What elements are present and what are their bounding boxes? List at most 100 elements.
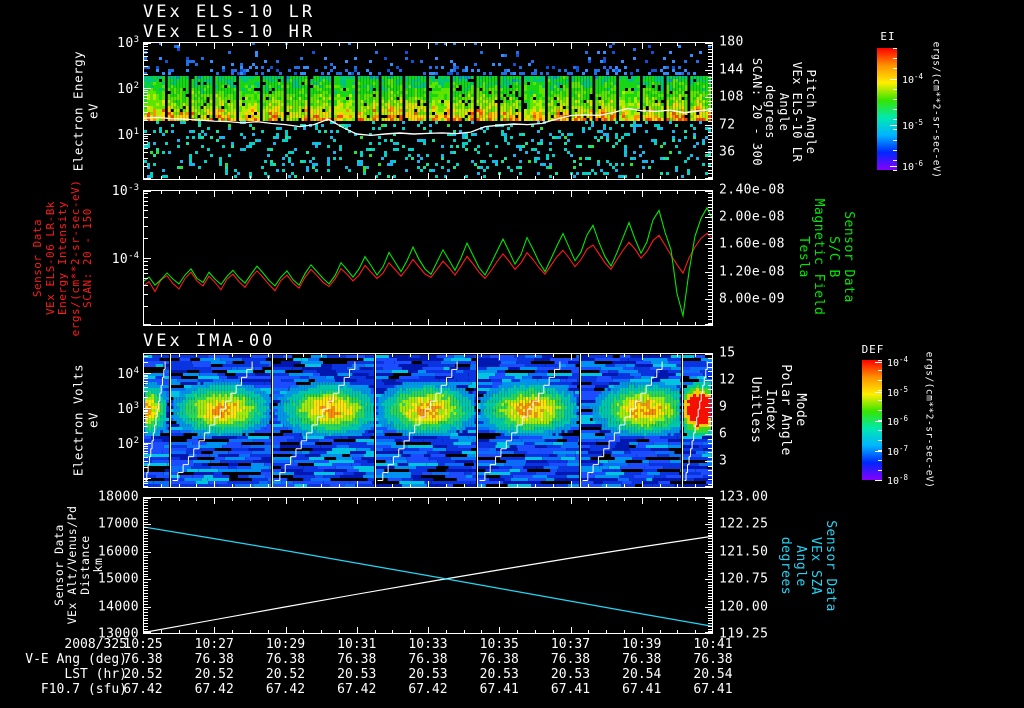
colorbar-ei-majortick	[890, 125, 897, 126]
time-tick-label-8: 10:41	[693, 637, 733, 652]
panel2-right-tick-2: 1.60e-08	[719, 236, 785, 252]
panel4-left-axis-label: Sensor Data VEx Alt/Venus/Pd Distance km	[52, 505, 105, 625]
stat-value-1-1: 20.52	[194, 667, 234, 682]
time-tick-label-0: 10:25	[123, 637, 163, 652]
panel2-right-tick-1: 2.00e-08	[719, 209, 785, 225]
colorbar-ei-minortick	[893, 160, 897, 161]
colorbar-ei-units: ergs/(cm**2-sr-sec-eV)	[930, 41, 942, 179]
colorbar-def-majortick	[875, 362, 882, 363]
stat-value-1-3: 20.53	[337, 667, 377, 682]
colorbar-def-minortick	[878, 470, 882, 471]
panel3-left-tick-1: 103	[117, 400, 139, 418]
colorbar-def-majortick	[875, 421, 882, 422]
stat-value-2-0: 67.42	[123, 682, 163, 697]
colorbar-ei-minortick	[893, 109, 897, 110]
vex-quicklook-plot: VEx ELS-10 LR VEx ELS-10 HR VEx IMA-00 E…	[0, 0, 1024, 708]
colorbar-def-minortick	[878, 360, 882, 361]
colorbar-def-minortick	[878, 390, 882, 391]
colorbar-ei-majortick	[890, 79, 897, 80]
colorbar-ei-minortick	[893, 150, 897, 151]
time-tick-label-6: 10:37	[550, 637, 591, 652]
panel1-right-tick-2: 108	[719, 89, 744, 105]
time-tick-label-5: 10:35	[479, 637, 519, 652]
panel3-title: VEx IMA-00	[143, 331, 276, 351]
stat-row-label-1: LST (hr)	[64, 667, 127, 682]
colorbar-def-tick-label-4: 10-8	[887, 472, 909, 488]
panel1-left-axis-label: Electron Energy eV	[70, 50, 101, 172]
panel2-left-tick-1: 10-4	[111, 250, 139, 268]
panel3-right-tick-0: 15	[719, 345, 736, 361]
panel1-left-tick-0: 103	[117, 34, 139, 52]
stat-value-1-7: 20.54	[622, 667, 662, 682]
panel3-right-tick-4: 3	[719, 453, 728, 469]
panel2-right-tick-3: 1.20e-08	[719, 264, 785, 280]
stat-value-0-7: 76.38	[622, 652, 662, 667]
stat-value-1-6: 20.53	[550, 667, 591, 682]
stat-value-0-2: 76.38	[265, 652, 306, 667]
colorbar-ei-majortick	[890, 166, 897, 167]
panel2-left-tick-0: 10-3	[111, 182, 139, 200]
colorbar-ei-minortick	[893, 99, 897, 100]
colorbar-def-majortick	[875, 392, 882, 393]
panel4-right-tick-2: 121.50	[719, 544, 769, 560]
stat-value-0-5: 76.38	[479, 652, 519, 667]
panel4-left-tick-0: 18000	[97, 489, 139, 505]
panel4-right-tick-4: 120.00	[719, 599, 769, 615]
stat-row-label-0: V-E Ang (deg)	[25, 652, 127, 667]
colorbar-def-tick-label-1: 10-5	[887, 384, 909, 399]
panel3-right-tick-1: 12	[719, 372, 736, 388]
colorbar-def-minortick	[878, 380, 882, 381]
time-tick-label-4: 10:33	[408, 637, 448, 652]
stat-value-1-4: 20.53	[408, 667, 448, 682]
stat-value-2-6: 67.41	[550, 682, 591, 697]
panel3-left-tick-2: 102	[117, 435, 139, 453]
stat-value-0-6: 76.38	[550, 652, 591, 667]
stat-value-2-5: 67.41	[479, 682, 519, 697]
panel1-right-tick-4: 36	[719, 144, 736, 160]
colorbar-ei-minortick	[893, 48, 897, 49]
time-tick-label-7: 10:39	[622, 637, 662, 652]
stat-value-2-7: 67.41	[622, 682, 662, 697]
panel4-altitude-sza-canvas	[143, 497, 713, 634]
colorbar-def-minortick	[878, 440, 882, 441]
panel3-right-tick-2: 9	[719, 399, 728, 415]
colorbar-def-tick-label-3: 10-7	[887, 443, 909, 458]
panel3-left-tick-0: 104	[117, 365, 139, 383]
colorbar-ei-tick-label-0: 10-4	[902, 71, 924, 86]
colorbar-def-tick-label-0: 10-4	[887, 355, 909, 370]
colorbar-def-minortick	[878, 370, 882, 371]
colorbar-def-minortick	[878, 400, 882, 401]
stat-value-2-4: 67.42	[408, 682, 448, 697]
colorbar-ei-minortick	[893, 89, 897, 90]
colorbar-def-minortick	[878, 460, 882, 461]
panel4-right-tick-1: 122.25	[719, 516, 769, 532]
time-tick-label-1: 10:27	[194, 637, 234, 652]
colorbar-ei-minortick	[893, 68, 897, 69]
panel3-right-axis-label: Mode Polar Angle Index Unitless	[748, 364, 808, 456]
stat-value-2-2: 67.42	[265, 682, 306, 697]
panel3-left-axis-label: Electron Volts eV	[70, 363, 101, 477]
colorbar-def-majortick	[875, 480, 882, 481]
colorbar-ei-minortick	[893, 58, 897, 59]
panel1-right-tick-1: 144	[719, 62, 744, 78]
panel1-left-tick-2: 101	[117, 126, 139, 144]
panel4-right-tick-3: 120.75	[719, 571, 769, 587]
colorbar-ei-minortick	[893, 170, 897, 171]
stat-value-2-1: 67.42	[194, 682, 234, 697]
panel1-right-axis-label: Pitch Angle VEx ELS-10 LR Angle degrees …	[749, 57, 818, 167]
colorbar-def-tick-label-2: 10-6	[887, 414, 909, 429]
panel2-right-tick-0: 2.40e-08	[719, 182, 785, 198]
panel2-right-axis-label: Sensor Data S/C B Magnetic Field Tesla	[796, 198, 856, 316]
colorbar-ei-title: EI	[880, 30, 896, 43]
stat-row-label-2: F10.7 (sfu)	[40, 682, 127, 697]
stat-value-0-1: 76.38	[194, 652, 234, 667]
colorbar-def-units: ergs/(cm**2-sr-sec-eV)	[923, 351, 935, 489]
panel3-ima-spectrogram-canvas	[143, 353, 713, 488]
panel1-right-tick-0: 180	[719, 34, 744, 50]
colorbar-def-title: DEF	[861, 343, 885, 356]
stat-value-0-4: 76.38	[408, 652, 448, 667]
stat-value-2-3: 67.42	[337, 682, 377, 697]
colorbar-def-majortick	[875, 451, 882, 452]
colorbar-ei-minortick	[893, 119, 897, 120]
stat-value-0-3: 76.38	[337, 652, 377, 667]
